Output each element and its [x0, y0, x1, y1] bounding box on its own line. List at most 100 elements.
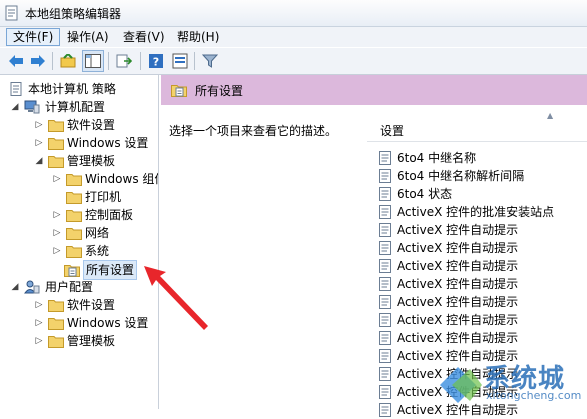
folder-icon [48, 318, 64, 330]
expand-icon[interactable]: ▷ [52, 224, 62, 242]
expand-icon[interactable]: ▷ [34, 296, 44, 314]
list-item-label: ActiveX 控件自动提示 [397, 295, 519, 309]
panel-header: 所有设置 [161, 75, 587, 105]
list-item-label: ActiveX 控件自动提示 [397, 241, 519, 255]
setting-item-icon [379, 367, 391, 381]
setting-item-icon [379, 295, 391, 309]
toolbar-separator [52, 52, 53, 70]
collapse-icon[interactable]: ◢ [34, 152, 44, 170]
expand-icon[interactable]: ▷ [34, 134, 44, 152]
tree-item-label: 用户配置 [45, 280, 94, 294]
folder-icon [48, 120, 64, 132]
tree-item-label: 计算机配置 [45, 100, 106, 114]
toolbar-separator [108, 52, 109, 70]
setting-item-icon [379, 187, 391, 201]
setting-item-icon [379, 385, 391, 399]
folder-icon [66, 228, 82, 240]
folder-icon [66, 210, 82, 222]
properties-icon[interactable] [170, 51, 190, 71]
collapse-icon[interactable]: ◢ [10, 278, 20, 296]
computer-icon [24, 100, 40, 114]
folder-icon [66, 192, 82, 204]
all-settings-icon [171, 85, 187, 97]
setting-item-icon [379, 277, 391, 291]
list-item-label: ActiveX 控件自动提示 [397, 223, 519, 237]
tree-item-label: Windows 设置 [67, 316, 149, 330]
expand-icon[interactable]: ▷ [52, 170, 62, 188]
setting-item-icon [379, 205, 391, 219]
sort-arrow-icon: ▲ [547, 111, 554, 120]
folder-icon [48, 138, 64, 150]
menu-help[interactable]: 帮助(H) [171, 29, 225, 45]
policy-document-icon [10, 82, 22, 96]
all-settings-icon [64, 265, 80, 277]
watermark-url: xitongcheng.com [486, 389, 582, 402]
title-bar: 本地组策略编辑器 [0, 0, 587, 27]
setting-item-icon [379, 259, 391, 273]
list-item-label: ActiveX 控件自动提示 [397, 277, 519, 291]
tree-item-label: 软件设置 [67, 298, 116, 312]
tree-item-label: 控制面板 [85, 208, 134, 222]
filter-icon[interactable] [200, 51, 220, 71]
forward-icon[interactable] [28, 51, 48, 71]
setting-item-icon [379, 403, 391, 417]
list-item-label: ActiveX 控件自动提示 [397, 259, 519, 273]
expand-icon[interactable]: ▷ [34, 116, 44, 134]
expand-icon[interactable]: ▷ [34, 332, 44, 350]
tree-item-label: 管理模板 [67, 154, 116, 168]
setting-item-icon [379, 223, 391, 237]
toolbar-separator [194, 52, 195, 70]
list-item-label: ActiveX 控件自动提示 [397, 331, 519, 345]
tree-item-label: Windows 组件 [85, 172, 159, 186]
tree-item-label: 本地计算机 策略 [28, 82, 116, 96]
folder-icon [66, 246, 82, 258]
setting-item-icon [379, 313, 391, 327]
list-item-label: ActiveX 控件自动提示 [397, 313, 519, 327]
toolbar: ? [0, 48, 587, 75]
tree-item-label: Windows 设置 [67, 136, 149, 150]
menu-bar: 文件(F) 操作(A) 查看(V) 帮助(H) [0, 27, 587, 47]
svg-text:?: ? [153, 56, 159, 69]
tree-item-label: 网络 [85, 226, 110, 240]
expand-icon[interactable]: ▷ [52, 206, 62, 224]
expand-icon[interactable]: ▷ [52, 242, 62, 260]
annotation-arrow [144, 266, 208, 330]
user-icon [24, 280, 40, 294]
policy-tree: 本地计算机 策略 ◢ 计算机配置 ▷ 软件设置 ▷ Windows 设置 ◢ 管… [0, 75, 159, 409]
list-item-label: ActiveX 控件的批准安装站点 [397, 205, 555, 219]
up-folder-icon[interactable] [58, 51, 78, 71]
list-item-label: 6to4 中继名称解析间隔 [397, 169, 525, 183]
setting-item-icon [379, 241, 391, 255]
tree-item-label: 打印机 [85, 190, 122, 204]
help-icon[interactable]: ? [146, 51, 166, 71]
show-hide-tree-icon[interactable] [82, 50, 104, 72]
column-header-label: 设置 [380, 124, 405, 138]
folder-icon [48, 156, 64, 168]
expand-icon[interactable]: ▷ [34, 314, 44, 332]
tree-item-label: 所有设置 [83, 260, 138, 280]
tree-item-label: 管理模板 [67, 334, 116, 348]
folder-icon [66, 174, 82, 186]
setting-item-icon [379, 151, 391, 165]
menu-file[interactable]: 文件(F) [6, 28, 61, 46]
menu-action[interactable]: 操作(A) [61, 29, 115, 45]
panel-title: 所有设置 [195, 84, 244, 98]
setting-item-icon [379, 169, 391, 183]
setting-item-icon [379, 331, 391, 345]
toolbar-separator [140, 52, 141, 70]
list-item-label: 6to4 状态 [397, 187, 453, 201]
tree-item-label: 软件设置 [67, 118, 116, 132]
tree-item-label: 系统 [85, 244, 110, 258]
folder-icon [48, 300, 64, 312]
export-list-icon[interactable] [114, 51, 134, 71]
list-item-label: 6to4 中继名称 [397, 151, 477, 165]
policy-editor-icon [5, 5, 18, 21]
collapse-icon[interactable]: ◢ [10, 98, 20, 116]
description-text: 选择一个项目来查看它的描述。 [169, 124, 338, 138]
setting-item-icon [379, 349, 391, 363]
folder-icon [48, 336, 64, 348]
menu-view[interactable]: 查看(V) [117, 29, 171, 45]
back-icon[interactable] [6, 51, 26, 71]
window-title: 本地组策略编辑器 [25, 7, 122, 21]
column-header-settings[interactable]: ▲ 设置 [367, 109, 587, 142]
